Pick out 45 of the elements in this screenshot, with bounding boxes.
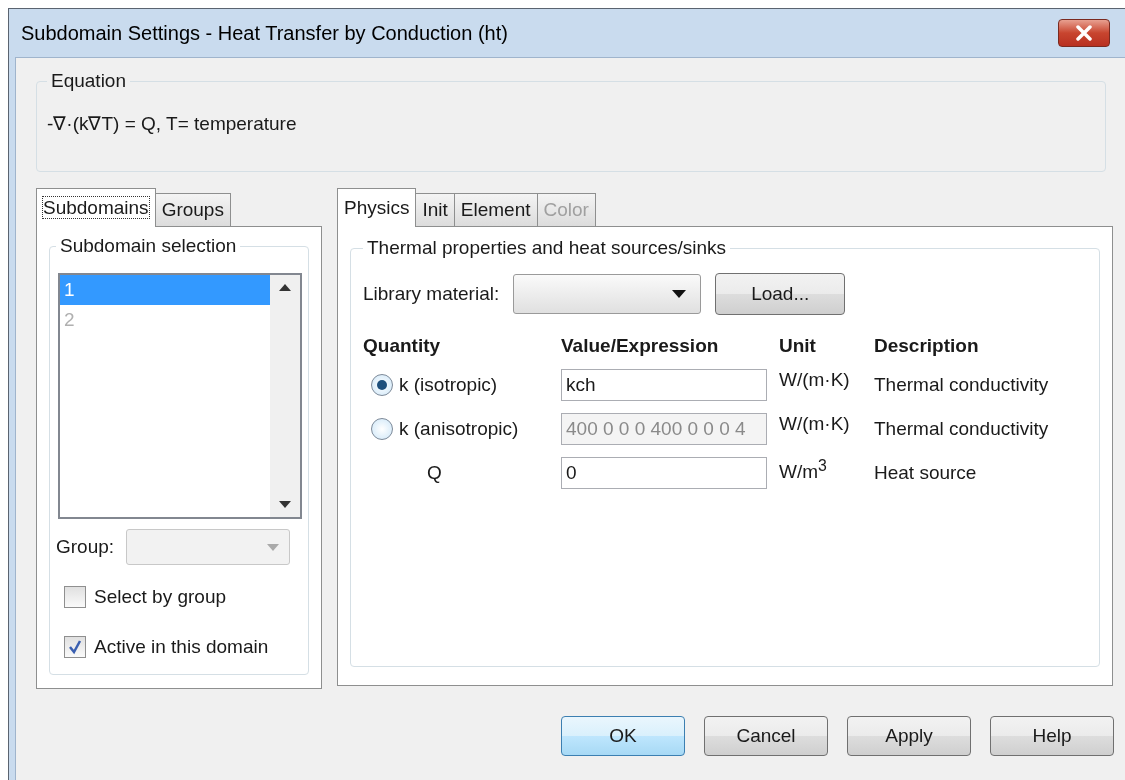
unit-label: W/m$^{3}$ [779, 457, 828, 484]
dialog-button[interactable]: Cancel [704, 716, 828, 756]
scroll-down-icon[interactable] [279, 501, 291, 509]
tab[interactable]: Groups [154, 193, 231, 226]
scrollbar[interactable] [270, 275, 300, 517]
radio-button[interactable] [371, 374, 393, 396]
material-dropdown[interactable] [513, 274, 702, 314]
tab[interactable]: Init [415, 193, 455, 226]
column-header: Unit [779, 335, 817, 357]
checkbox[interactable] [64, 586, 86, 608]
group-label: Thermal properties and heat sources/sinks [366, 237, 728, 259]
tab[interactable]: Subdomains [36, 188, 156, 227]
group-label: Group: [56, 536, 115, 558]
value-field[interactable]: kch [561, 369, 767, 401]
description-label: Thermal conductivity [874, 374, 1050, 396]
close-button[interactable] [1058, 19, 1110, 47]
tab[interactable]: Physics [337, 188, 417, 227]
load-button[interactable]: Load... [715, 273, 846, 315]
unit-label: W/(m·K) [779, 369, 851, 391]
equation-text: -∇·(k∇T) = Q, T= temperature [47, 112, 298, 135]
checkbox[interactable] [64, 636, 86, 658]
column-header: Description [874, 335, 980, 357]
column-header: Quantity [363, 335, 442, 357]
window-title: Subdomain Settings - Heat Transfer by Conduction (ht) [20, 21, 508, 45]
group-label: Equation [50, 70, 127, 92]
column-header: Value/Expression [561, 335, 720, 357]
scroll-up-icon[interactable] [279, 283, 291, 291]
dialog-button[interactable]: OK [561, 716, 685, 756]
dialog-button[interactable]: Apply [847, 716, 971, 756]
value-field[interactable]: 0 [561, 457, 767, 489]
description-label: Thermal conductivity [874, 418, 1050, 440]
quantity-label: Q [427, 462, 442, 484]
tab[interactable]: Element [453, 193, 538, 226]
unit-label: W/(m·K) [779, 413, 851, 435]
group-label: Subdomain selection [59, 235, 238, 257]
caret-icon [267, 543, 280, 551]
caret-icon [672, 290, 687, 298]
field-label: Library material: [363, 283, 500, 305]
quantity-label: k (isotropic) [399, 374, 498, 396]
checkbox-label: Select by group [94, 586, 227, 608]
dialog-button[interactable]: Help [990, 716, 1114, 756]
quantity-label: k (anisotropic) [399, 418, 519, 440]
close-icon [1074, 25, 1094, 41]
checkbox-label: Active in this domain [94, 636, 269, 658]
description-label: Heat source [874, 462, 978, 484]
